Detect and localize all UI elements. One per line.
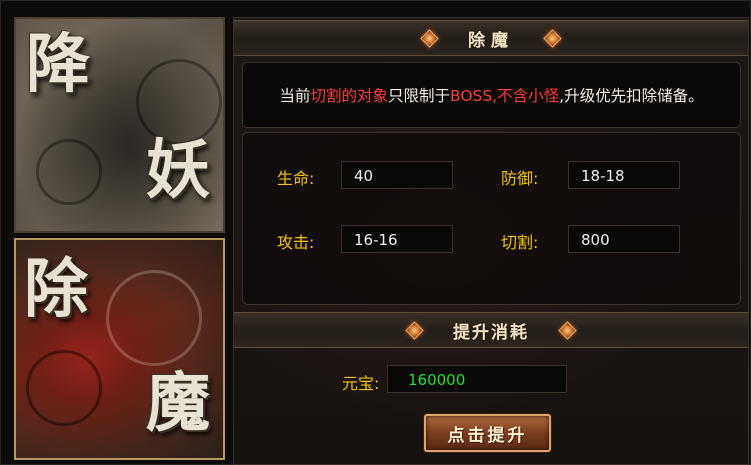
- chumo-panel: 除魔 当前 切割的对象 只限制于 BOSS,不含小怪 ,升级优先扣除储备。 生命: 40…: [233, 17, 749, 465]
- notice-text: 当前 切割的对象 只限制于 BOSS,不含小怪 ,升级优先扣除储备。: [242, 62, 741, 128]
- panel-header: 除魔: [234, 20, 748, 56]
- atk-label: 攻击:: [277, 233, 315, 252]
- notice-highlight: BOSS,不含小怪: [449, 87, 560, 105]
- art-swirl: [26, 350, 102, 426]
- cost-header: 提升消耗: [234, 312, 748, 348]
- atk-value: 16-16: [341, 225, 453, 253]
- hp-label: 生命:: [277, 169, 315, 188]
- notice-highlight: 切割的对象: [310, 87, 388, 105]
- cost-title: 提升消耗: [453, 322, 529, 343]
- def-value: 18-18: [568, 161, 680, 189]
- notice-part: 当前: [279, 87, 311, 105]
- panel-title: 除魔: [468, 30, 514, 51]
- ingot-label: 元宝:: [342, 374, 380, 393]
- notice-part: ,升级优先扣除储备。: [559, 87, 704, 105]
- diamond-icon: [420, 28, 439, 48]
- notice-part: 只限制于: [387, 87, 450, 105]
- cut-label: 切割:: [501, 233, 539, 252]
- tab-chumo[interactable]: 除 魔: [14, 238, 225, 460]
- tab-char-chu: 除: [24, 252, 88, 327]
- diamond-icon: [543, 28, 562, 48]
- tab-char-yao: 妖: [146, 133, 210, 208]
- tab-xiangyao[interactable]: 降 妖: [14, 17, 225, 233]
- art-swirl: [36, 139, 102, 205]
- hp-value: 40: [341, 161, 453, 189]
- diamond-icon: [405, 320, 424, 340]
- upgrade-button[interactable]: 点击提升: [424, 414, 551, 452]
- def-label: 防御:: [501, 169, 539, 188]
- ingot-value: 160000: [387, 365, 567, 393]
- diamond-icon: [558, 320, 577, 340]
- stats-box: 生命: 40 防御: 18-18 攻击: 16-16 切割: 800: [242, 132, 741, 305]
- tab-char-mo: 魔: [146, 366, 210, 441]
- cut-value: 800: [568, 225, 680, 253]
- art-swirl: [106, 270, 202, 366]
- tab-char-jiang: 降: [26, 27, 90, 102]
